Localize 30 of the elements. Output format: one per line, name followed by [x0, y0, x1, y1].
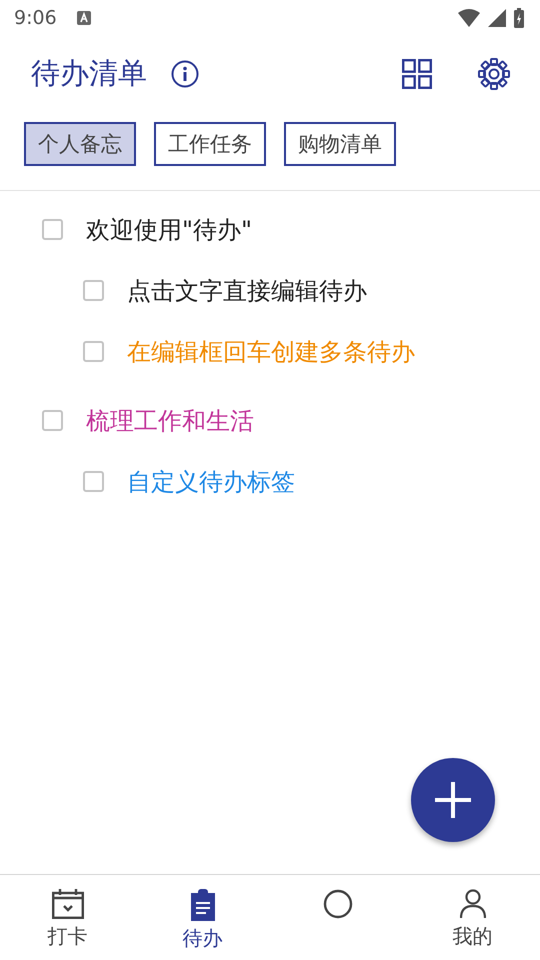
- nav-tab[interactable]: 我的: [405, 875, 540, 960]
- grid-icon[interactable]: [402, 59, 432, 89]
- notification-icon: [76, 11, 91, 25]
- signal-icon: [488, 9, 506, 27]
- calendar-icon: [52, 889, 84, 919]
- plus-icon: [435, 782, 471, 818]
- todo-text[interactable]: 梳理工作和生活: [86, 404, 254, 436]
- nav-tab[interactable]: 打卡: [0, 875, 135, 960]
- checkbox[interactable]: [42, 410, 63, 431]
- tag-chip[interactable]: 个人备忘: [24, 122, 136, 166]
- circle-icon: [322, 889, 352, 919]
- nav-tab[interactable]: 待办: [135, 875, 270, 960]
- wifi-icon: [458, 9, 480, 27]
- checkbox[interactable]: [83, 471, 104, 492]
- add-button[interactable]: [411, 758, 495, 842]
- settings-icon[interactable]: [478, 58, 510, 90]
- clipboard-icon: [190, 889, 214, 921]
- todo-text[interactable]: 自定义待办标签: [127, 466, 295, 498]
- todo-text[interactable]: 欢迎使用"待办": [86, 214, 252, 246]
- battery-icon: [514, 8, 524, 28]
- info-icon[interactable]: [171, 60, 199, 88]
- status-time: 9:06: [14, 7, 57, 29]
- checkbox[interactable]: [42, 219, 63, 240]
- todo-text[interactable]: 点击文字直接编辑待办: [127, 274, 367, 306]
- tag-chip[interactable]: 购物清单: [284, 122, 396, 166]
- checkbox[interactable]: [83, 280, 104, 301]
- person-icon: [460, 889, 486, 919]
- checkbox[interactable]: [83, 341, 104, 362]
- tag-chip[interactable]: 工作任务: [154, 122, 266, 166]
- app-title: 待办清单: [31, 55, 147, 92]
